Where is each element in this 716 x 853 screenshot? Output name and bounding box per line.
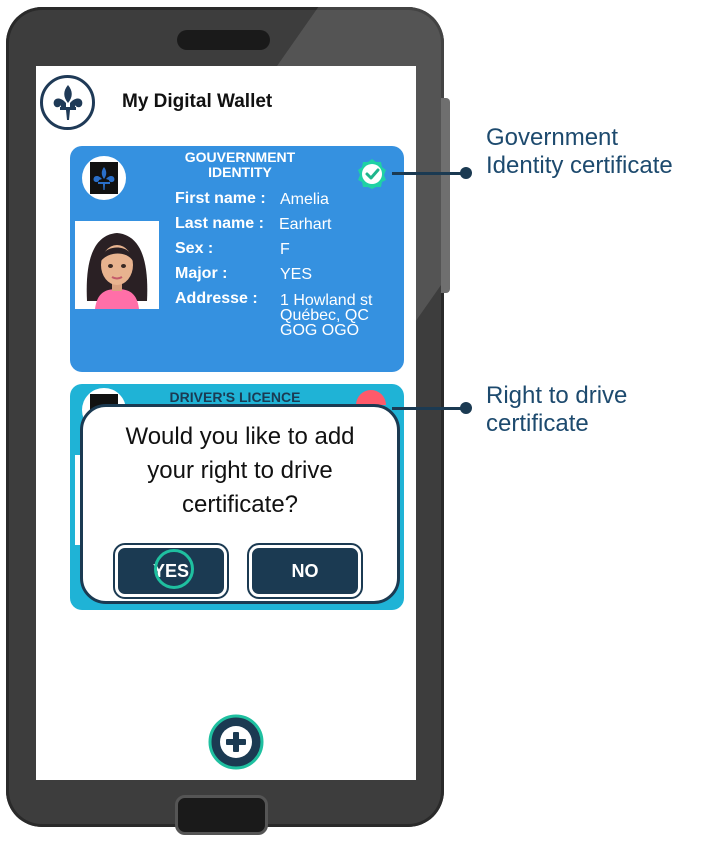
drive-callout-text: Right to drive certificate: [486, 382, 627, 438]
tap-indicator: [154, 549, 194, 589]
drive-callout-line-1: Right to drive: [486, 382, 628, 409]
licence-card-title: DRIVER'S LICENCE: [169, 390, 301, 404]
field-label-sex: Sex :: [175, 240, 214, 257]
field-value-last-name: Earhart: [279, 216, 332, 233]
dialog-line-2: your right to drive: [147, 457, 333, 484]
field-label-address: Addresse :: [175, 290, 258, 307]
no-button[interactable]: NO: [247, 543, 363, 599]
field-label-major: Major :: [175, 265, 228, 282]
field-label-last-name: Last name :: [175, 215, 264, 232]
app-title: My Digital Wallet: [122, 91, 273, 112]
address-line-1: 1 Howland st: [280, 292, 373, 309]
id-card-title: GOUVERNMENT IDENTITY: [150, 150, 330, 180]
fleur-de-lis-logo-icon: [40, 75, 95, 130]
dialog-message: Would you like to add your right to driv…: [90, 420, 390, 522]
field-value-address: 1 Howland st Québec, QC GOG OGO: [280, 292, 373, 339]
side-button: [441, 98, 450, 293]
drive-callout-line-2: certificate: [486, 410, 589, 437]
id-card-title-line1: GOUVERNMENT: [184, 149, 296, 165]
check-badge-icon: [358, 159, 386, 189]
field-value-first-name: Amelia: [280, 191, 329, 208]
licence-status-icon: [356, 390, 386, 405]
phone-speaker: [177, 30, 270, 50]
dialog-line-3: certificate?: [181, 491, 299, 518]
address-line-2: Québec, QC: [280, 307, 369, 324]
dialog-line-1: Would you like to add: [125, 423, 355, 450]
gov-callout-line: [392, 172, 466, 175]
profile-photo: [75, 221, 159, 309]
gov-callout-text: Government Identity certificate: [486, 124, 673, 180]
gov-callout-dot: [460, 167, 472, 179]
id-card-title-line2: IDENTITY: [208, 164, 272, 180]
home-button[interactable]: [175, 795, 268, 835]
address-line-3: GOG OGO: [280, 322, 360, 339]
plus-icon[interactable]: [208, 714, 264, 770]
field-value-major: YES: [280, 266, 313, 283]
fleur-de-lis-icon: [82, 156, 126, 200]
drive-callout-dot: [460, 402, 472, 414]
gov-callout-line-2: Identity certificate: [486, 152, 673, 179]
field-value-sex: F: [280, 241, 290, 258]
drive-callout-line: [392, 407, 466, 410]
field-label-first-name: First name :: [175, 190, 266, 207]
gov-callout-line-1: Government: [486, 124, 619, 151]
